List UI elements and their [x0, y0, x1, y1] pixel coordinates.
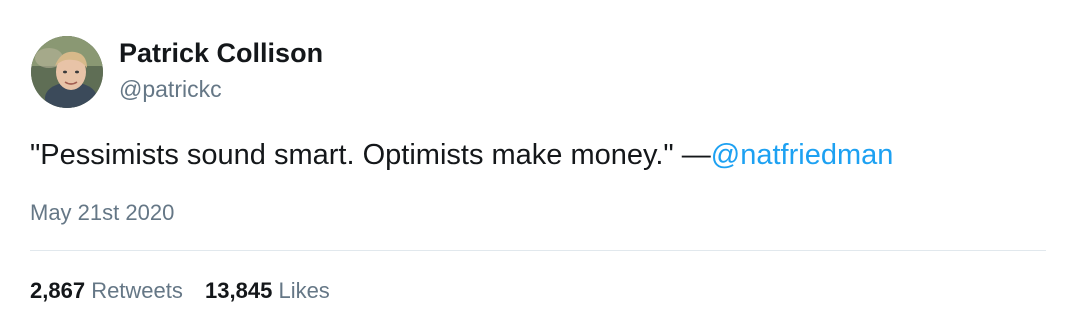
retweets-count: 2,867: [30, 278, 86, 303]
tweet-date[interactable]: May 21st 2020: [30, 198, 174, 228]
retweets-label: Retweets: [91, 278, 183, 303]
tweet-stats: 2,867 Retweets 13,845 Likes: [30, 276, 346, 306]
retweets-stat[interactable]: 2,867 Retweets: [30, 276, 183, 306]
likes-label: Likes: [278, 278, 330, 303]
avatar[interactable]: [31, 36, 103, 108]
tweet-quote: "Pessimists sound smart. Optimists make …: [30, 139, 711, 171]
divider: [30, 250, 1046, 251]
display-name[interactable]: Patrick Collison: [119, 36, 323, 70]
likes-stat[interactable]: 13,845 Likes: [205, 276, 330, 306]
tweet-card: Patrick Collison @patrickc "Pessimists s…: [0, 0, 1080, 324]
user-handle[interactable]: @patrickc: [119, 74, 222, 104]
tweet-text: "Pessimists sound smart. Optimists make …: [30, 136, 893, 174]
avatar-portrait: [31, 36, 103, 108]
likes-count: 13,845: [205, 278, 273, 303]
mention-link[interactable]: @natfriedman: [711, 139, 894, 171]
